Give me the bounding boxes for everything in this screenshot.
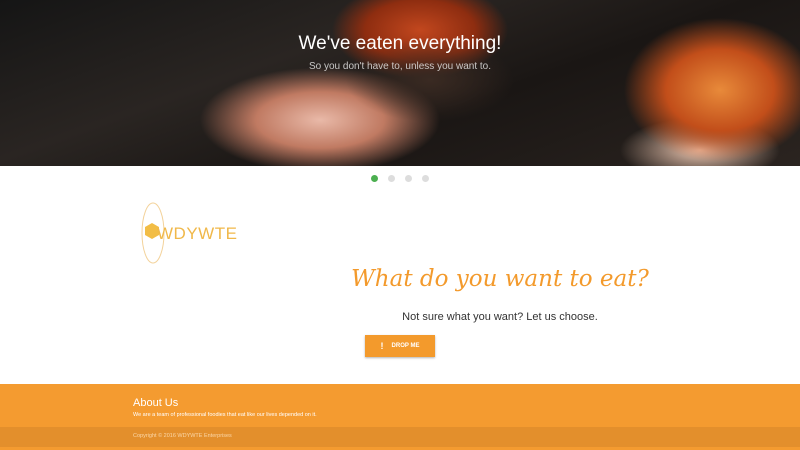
carousel-indicators <box>371 175 429 182</box>
main-subtext: Not sure what you want? Let us choose. <box>402 311 598 323</box>
drop-me-label: DROP ME <box>391 343 420 349</box>
carousel-dot-4[interactable] <box>422 175 429 182</box>
about-title: About Us <box>133 397 179 409</box>
hero-title: We've eaten everything! <box>298 33 502 54</box>
copyright-bar: Copyright © 2016 WDYWTE Enterprises <box>0 427 800 447</box>
footer: About Us We are a team of professional f… <box>0 384 800 450</box>
copyright-text: Copyright © 2016 WDYWTE Enterprises <box>133 433 232 439</box>
logo-text: WDYWTE <box>157 224 238 243</box>
carousel-dot-2[interactable] <box>388 175 395 182</box>
drop-me-button[interactable]: ! DROP ME <box>365 335 435 357</box>
main-heading: What do you want to eat? <box>351 266 649 292</box>
logo[interactable]: WDYWTE <box>138 202 248 264</box>
exclamation-icon: ! <box>380 341 384 351</box>
about-text: We are a team of professional foodies th… <box>133 412 317 418</box>
hero-carousel-slide: We've eaten everything! So you don't hav… <box>0 0 800 166</box>
carousel-dot-1[interactable] <box>371 175 378 182</box>
carousel-dot-3[interactable] <box>405 175 412 182</box>
hero-subtitle: So you don't have to, unless you want to… <box>308 61 492 72</box>
